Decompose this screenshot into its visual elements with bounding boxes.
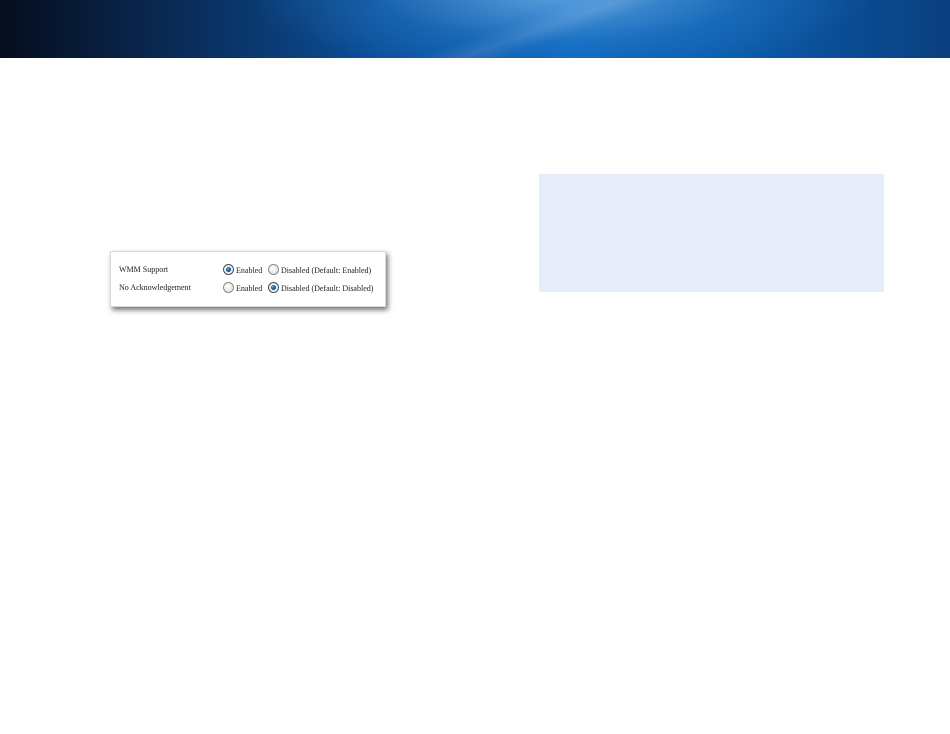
wmm-support-row: WMM Support Enabled Disabled (Default: E…: [111, 263, 387, 281]
info-box: [539, 174, 884, 292]
header-banner: [0, 0, 950, 58]
no-acknowledgement-label: No Acknowledgement: [119, 283, 191, 292]
banner-light-streak: [0, 0, 950, 58]
wmm-support-label: WMM Support: [119, 265, 169, 274]
wmm-support-enabled-label[interactable]: Enabled: [236, 266, 262, 275]
wmm-settings-panel: WMM Support Enabled Disabled (Default: E…: [110, 251, 386, 307]
no-acknowledgement-row: No Acknowledgement Enabled Disabled (Def…: [111, 281, 387, 299]
no-acknowledgement-enabled-radio[interactable]: [223, 282, 234, 293]
wmm-support-enabled-radio[interactable]: [223, 264, 234, 275]
wmm-support-disabled-radio[interactable]: [268, 264, 279, 275]
wmm-support-disabled-label[interactable]: Disabled (Default: Enabled): [281, 266, 371, 275]
no-acknowledgement-enabled-label[interactable]: Enabled: [236, 284, 262, 293]
no-acknowledgement-disabled-radio[interactable]: [268, 282, 279, 293]
no-acknowledgement-disabled-label[interactable]: Disabled (Default: Disabled): [281, 284, 373, 293]
